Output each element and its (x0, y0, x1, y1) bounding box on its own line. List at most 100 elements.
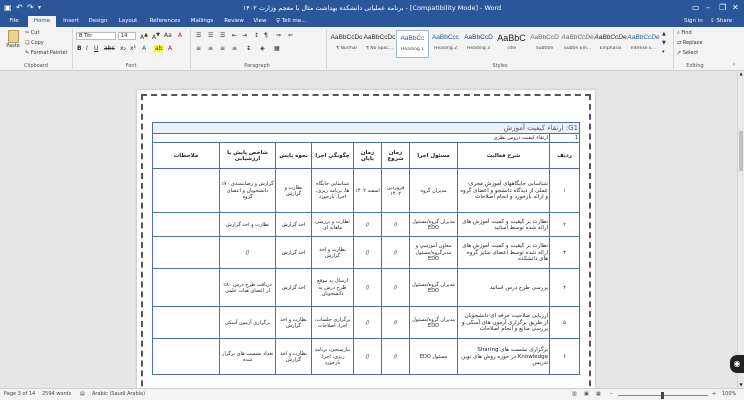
table-cell[interactable]: مدیران گروه/مسئول EDO (409, 306, 459, 340)
style-intense-emphasis[interactable]: AaBbCcDe Intense E... (627, 30, 660, 58)
table-cell[interactable]: نظارت و بررسی ماهانه ای (311, 212, 355, 238)
justify-button[interactable]: ≡ (232, 45, 237, 52)
style-heading-1[interactable]: AaBbCc Heading 1 (396, 30, 429, 58)
styles-more-icon[interactable]: ▾ (662, 49, 665, 55)
tab-home[interactable]: Home (28, 16, 56, 27)
bold-button[interactable]: B (77, 45, 82, 52)
table-cell[interactable] (151, 168, 221, 214)
tab-review[interactable]: Review (222, 16, 246, 27)
table-cell[interactable]: نیازسنجی، برنامه ریزی، اجرا، بازخورد (311, 338, 355, 376)
numbering-button[interactable]: ☰ (208, 32, 213, 39)
page-count[interactable]: Page 3 of 14 (4, 391, 35, 398)
strikethrough-button[interactable]: abc (104, 45, 115, 52)
table-cell[interactable] (151, 236, 221, 270)
column-header[interactable]: ملاحظات (151, 142, 221, 170)
table-subtitle[interactable]: ارتقاء کیفیت دروس نظری (151, 132, 551, 144)
table-cell[interactable]: مسئول EDO (409, 338, 459, 376)
sort-button[interactable]: ↕ (254, 32, 259, 39)
table-cell[interactable]: اخذ گزارش (275, 268, 313, 308)
tab-view[interactable]: View (250, 16, 270, 27)
table-cell[interactable]: اخذ گزارش (275, 212, 313, 238)
replace-button[interactable]: ⇄ Replace (677, 40, 703, 46)
table-cell[interactable]: // (381, 306, 411, 340)
table-cell[interactable]: شناسایی جایگاه ها، برنامه ریزی، اجرا، با… (311, 168, 355, 214)
shrink-font-button[interactable]: A▼ (152, 32, 160, 41)
line-spacing-button[interactable]: ↨ (246, 45, 251, 52)
change-case-button[interactable]: Aa (164, 32, 172, 39)
zoom-slider-thumb[interactable] (661, 392, 664, 399)
document-area[interactable]: G1: ارتقاء کیفیت آموزش 1 ارتقاء کیفیت درو… (0, 71, 737, 388)
table-cell[interactable]: مدیران گروه/مسئول EDO (409, 268, 459, 308)
find-button[interactable]: ⌕ Find (677, 30, 692, 36)
select-button[interactable]: ➚ Select (677, 50, 698, 56)
table-cell[interactable]: // (353, 236, 383, 270)
share-button[interactable]: ⇪ Share (710, 16, 732, 27)
tab-mailings[interactable]: Mailings (188, 16, 216, 27)
style-title[interactable]: AaBbC Title (495, 30, 528, 58)
style-subtle-emphasis[interactable]: AaBbCcDe Subtle Em... (561, 30, 594, 58)
format-painter-button[interactable]: ✎ Format Painter (25, 50, 68, 56)
table-cell[interactable]: نظارت و اخذ گزارش (275, 306, 313, 340)
column-header[interactable]: زمان شروع (381, 142, 411, 170)
table-cell[interactable]: معاون آموزشی و مدیرگروه/مسئول EDO (409, 236, 459, 270)
web-layout-icon[interactable]: ▦ (596, 391, 601, 398)
style-no-spacing[interactable]: AaBbCcDc ¶ No Spac... (363, 30, 396, 58)
table-cell[interactable]: فروردین ۱۴۰۲ (381, 168, 411, 214)
tell-me-search[interactable]: ♀ Tell me... (276, 16, 322, 27)
table-cell[interactable]: برگزاری جلسات، اجرا، اصلاحات (311, 306, 355, 340)
column-header[interactable]: نحوه پایش (275, 142, 313, 170)
vertical-scrollbar[interactable]: ▲ ▼ (737, 71, 744, 388)
table-cell[interactable]: // (381, 212, 411, 238)
table-cell[interactable]: برگزاری نشست های Sharing Knowledge در حو… (457, 338, 551, 376)
styles-scroll-up-icon[interactable]: ▲ (662, 31, 666, 37)
table-cell[interactable]: مدیران گروه/مسئول EDO (409, 212, 459, 238)
sign-in-link[interactable]: Sign in (684, 16, 703, 27)
style-normal[interactable]: AaBbCcDc ¶ Normal (330, 30, 363, 58)
quick-access-dropdown-icon[interactable]: ▾ (38, 3, 41, 13)
table-cell[interactable]: ارزیابی صلاحیت حرفه ای دانشجویان از طریق… (457, 306, 551, 340)
subtitle-number[interactable]: 1 (549, 132, 581, 144)
tab-insert[interactable]: Insert (60, 16, 82, 27)
zoom-in-icon[interactable]: + (712, 391, 716, 398)
table-cell[interactable]: نظارت و اخذ گزارش (311, 236, 355, 270)
align-left-button[interactable]: ≡ (196, 45, 201, 52)
table-cell[interactable]: // (219, 236, 277, 270)
table-cell[interactable]: ارسال به موقع طرح درس به دانشجویان (311, 268, 355, 308)
save-icon[interactable]: ▣ (4, 3, 12, 13)
table-cell[interactable]: نظارت و گزارش (275, 168, 313, 214)
scroll-up-icon[interactable]: ▲ (738, 71, 744, 77)
word-count[interactable]: 2594 words (42, 391, 71, 398)
table-cell[interactable]: // (353, 212, 383, 238)
clear-formatting-button[interactable]: A (178, 32, 182, 39)
table-cell[interactable]: برگزاری آزمون آسکی (219, 306, 277, 340)
tab-references[interactable]: References (146, 16, 184, 27)
decrease-indent-button[interactable]: ⇤ (232, 32, 237, 39)
chat-bubble-icon[interactable]: ◉ (730, 355, 744, 373)
column-header[interactable]: شاخص پایش یا ارزشیابی (219, 142, 277, 170)
proofing-icon[interactable]: ▤ (80, 391, 85, 398)
style-heading-3[interactable]: AaBbCcD Heading 3 (462, 30, 495, 58)
read-mode-icon[interactable]: ▥ (572, 391, 577, 398)
print-layout-icon[interactable]: ▣ (584, 391, 589, 398)
zoom-out-icon[interactable]: – (610, 391, 613, 398)
collapse-ribbon-icon[interactable]: ⌃ (732, 63, 736, 69)
table-cell[interactable]: تعداد نشست های برگزار شده (219, 338, 277, 376)
table-cell[interactable]: // (353, 338, 383, 376)
minimize-icon[interactable]: – (706, 3, 710, 13)
column-header[interactable]: زمان پایان (353, 142, 383, 170)
align-center-button[interactable]: ≡ (208, 45, 213, 52)
paste-button[interactable]: Paste (4, 30, 22, 52)
copy-button[interactable]: ❏ Copy (25, 40, 44, 46)
zoom-level[interactable]: 100% (722, 391, 736, 398)
grow-font-button[interactable]: A▲ (140, 32, 148, 41)
column-header[interactable]: مسئول اجرا (409, 142, 459, 170)
table-cell[interactable]: اسفند ۱۴۰۲ (353, 168, 383, 214)
column-header[interactable]: چگونگی اجرا (311, 142, 355, 170)
table-cell[interactable]: ۳ (549, 236, 581, 270)
undo-icon[interactable]: ↶ (16, 3, 23, 13)
zoom-slider[interactable] (618, 392, 708, 399)
style-subtitle[interactable]: AaBbCcD Subtitle (528, 30, 561, 58)
table-cell[interactable]: ۴ (549, 268, 581, 308)
table-cell[interactable]: // (381, 236, 411, 270)
table-cell[interactable]: بررسی طرح درس اساتید (457, 268, 551, 308)
